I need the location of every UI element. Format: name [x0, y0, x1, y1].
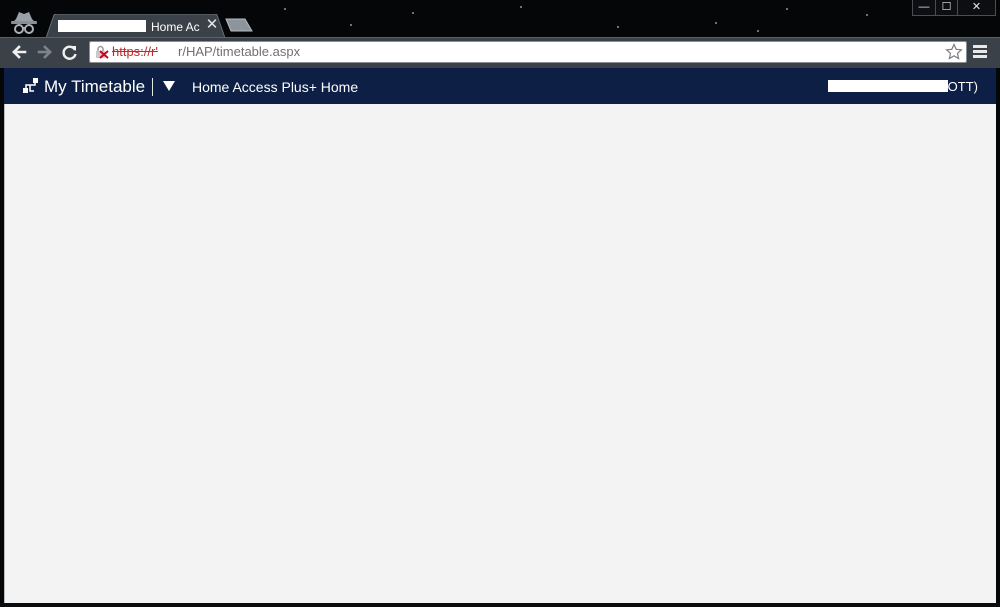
titlebar-star — [786, 8, 788, 10]
url-scheme: https://r' — [112, 44, 158, 59]
titlebar-star — [757, 30, 759, 32]
redacted-block — [827, 80, 948, 92]
user-name[interactable]: OTT) — [827, 78, 978, 96]
page-title[interactable]: My Timetable — [44, 76, 145, 98]
titlebar-star — [715, 22, 717, 24]
browser-toolbar: https://r' r/HAP/timetable.aspx — [0, 37, 1000, 68]
menu-bar — [973, 55, 987, 58]
window-controls: — ☐ ✕ — [912, 0, 996, 16]
tab-title-text: Home Acc — [151, 20, 200, 34]
chevron-down-icon[interactable] — [162, 80, 176, 92]
maximize-button[interactable]: ☐ — [935, 0, 957, 15]
home-link[interactable]: Home Access Plus+ Home — [192, 78, 358, 96]
titlebar-star — [284, 8, 286, 10]
titlebar-star — [520, 6, 522, 8]
user-name-suffix: OTT) — [947, 79, 978, 94]
menu-icon[interactable] — [973, 44, 987, 60]
titlebar-star — [617, 26, 619, 28]
new-tab-button[interactable] — [225, 18, 253, 32]
address-bar[interactable]: https://r' r/HAP/timetable.aspx — [89, 41, 967, 63]
url-path: r/HAP/timetable.aspx — [178, 44, 301, 59]
forward-icon[interactable] — [35, 42, 55, 62]
network-logo-icon — [23, 78, 38, 93]
titlebar-star — [350, 24, 352, 26]
title-divider — [152, 78, 153, 96]
app-header: My Timetable Home Access Plus+ Home OTT) — [4, 68, 996, 104]
reload-icon[interactable] — [60, 42, 80, 62]
titlebar-star — [412, 12, 414, 14]
titlebar-star — [866, 14, 868, 16]
timetable-content-area — [4, 104, 996, 603]
menu-bar — [973, 45, 987, 48]
close-window-button[interactable]: ✕ — [957, 0, 995, 15]
back-icon[interactable] — [9, 42, 29, 62]
star-icon[interactable] — [945, 43, 963, 61]
insecure-lock-icon[interactable] — [94, 45, 110, 59]
redacted-block — [58, 20, 146, 32]
window-bottom-edge — [0, 603, 1000, 607]
browser-tab[interactable]: Home Acc ✕ — [46, 14, 226, 38]
incognito-icon — [11, 12, 37, 34]
menu-bar — [973, 50, 987, 53]
tab-title: Home Acc — [58, 19, 200, 35]
tab-close-button[interactable]: ✕ — [204, 17, 220, 33]
minimize-button[interactable]: — — [913, 0, 935, 15]
browser-window: Home Acc ✕ — ☐ ✕ https://r' r/HA — [0, 0, 1000, 607]
